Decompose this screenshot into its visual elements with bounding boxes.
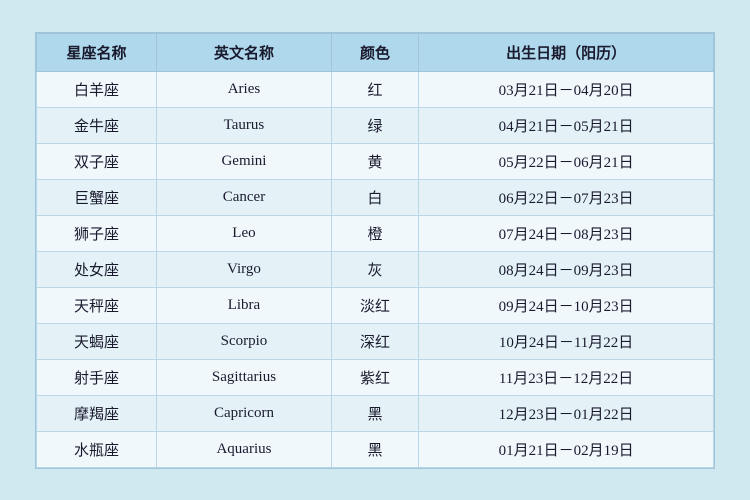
cell-chinese: 巨蟹座 (37, 179, 157, 215)
table-row: 双子座Gemini黄05月22日－06月21日 (37, 143, 714, 179)
cell-chinese: 水瓶座 (37, 431, 157, 467)
table-row: 摩羯座Capricorn黑12月23日－01月22日 (37, 395, 714, 431)
cell-english: Capricorn (157, 395, 332, 431)
cell-english: Scorpio (157, 323, 332, 359)
cell-chinese: 狮子座 (37, 215, 157, 251)
cell-chinese: 处女座 (37, 251, 157, 287)
cell-date: 03月21日－04月20日 (419, 71, 714, 107)
header-chinese: 星座名称 (37, 33, 157, 71)
table-row: 射手座Sagittarius紫红11月23日－12月22日 (37, 359, 714, 395)
cell-english: Aquarius (157, 431, 332, 467)
cell-chinese: 天秤座 (37, 287, 157, 323)
cell-english: Virgo (157, 251, 332, 287)
cell-color: 红 (331, 71, 418, 107)
cell-chinese: 天蝎座 (37, 323, 157, 359)
cell-chinese: 白羊座 (37, 71, 157, 107)
table-row: 巨蟹座Cancer白06月22日－07月23日 (37, 179, 714, 215)
table-row: 处女座Virgo灰08月24日－09月23日 (37, 251, 714, 287)
cell-chinese: 金牛座 (37, 107, 157, 143)
header-color: 颜色 (331, 33, 418, 71)
zodiac-table: 星座名称 英文名称 颜色 出生日期（阳历） 白羊座Aries红03月21日－04… (36, 33, 714, 468)
cell-chinese: 摩羯座 (37, 395, 157, 431)
cell-color: 黑 (331, 431, 418, 467)
cell-chinese: 射手座 (37, 359, 157, 395)
table-header-row: 星座名称 英文名称 颜色 出生日期（阳历） (37, 33, 714, 71)
cell-date: 04月21日－05月21日 (419, 107, 714, 143)
cell-date: 06月22日－07月23日 (419, 179, 714, 215)
cell-english: Aries (157, 71, 332, 107)
cell-english: Taurus (157, 107, 332, 143)
cell-color: 白 (331, 179, 418, 215)
table-row: 白羊座Aries红03月21日－04月20日 (37, 71, 714, 107)
cell-date: 12月23日－01月22日 (419, 395, 714, 431)
cell-english: Sagittarius (157, 359, 332, 395)
cell-date: 08月24日－09月23日 (419, 251, 714, 287)
cell-date: 10月24日－11月22日 (419, 323, 714, 359)
table-row: 水瓶座Aquarius黑01月21日－02月19日 (37, 431, 714, 467)
cell-color: 绿 (331, 107, 418, 143)
table-row: 天蝎座Scorpio深红10月24日－11月22日 (37, 323, 714, 359)
cell-color: 紫红 (331, 359, 418, 395)
cell-english: Libra (157, 287, 332, 323)
table-row: 狮子座Leo橙07月24日－08月23日 (37, 215, 714, 251)
cell-color: 淡红 (331, 287, 418, 323)
cell-english: Leo (157, 215, 332, 251)
cell-english: Cancer (157, 179, 332, 215)
cell-english: Gemini (157, 143, 332, 179)
cell-date: 09月24日－10月23日 (419, 287, 714, 323)
cell-color: 黄 (331, 143, 418, 179)
cell-color: 黑 (331, 395, 418, 431)
header-date: 出生日期（阳历） (419, 33, 714, 71)
zodiac-table-container: 星座名称 英文名称 颜色 出生日期（阳历） 白羊座Aries红03月21日－04… (35, 32, 715, 469)
table-row: 天秤座Libra淡红09月24日－10月23日 (37, 287, 714, 323)
cell-color: 深红 (331, 323, 418, 359)
cell-date: 07月24日－08月23日 (419, 215, 714, 251)
header-english: 英文名称 (157, 33, 332, 71)
cell-chinese: 双子座 (37, 143, 157, 179)
cell-date: 01月21日－02月19日 (419, 431, 714, 467)
table-row: 金牛座Taurus绿04月21日－05月21日 (37, 107, 714, 143)
cell-date: 05月22日－06月21日 (419, 143, 714, 179)
cell-color: 橙 (331, 215, 418, 251)
cell-color: 灰 (331, 251, 418, 287)
cell-date: 11月23日－12月22日 (419, 359, 714, 395)
